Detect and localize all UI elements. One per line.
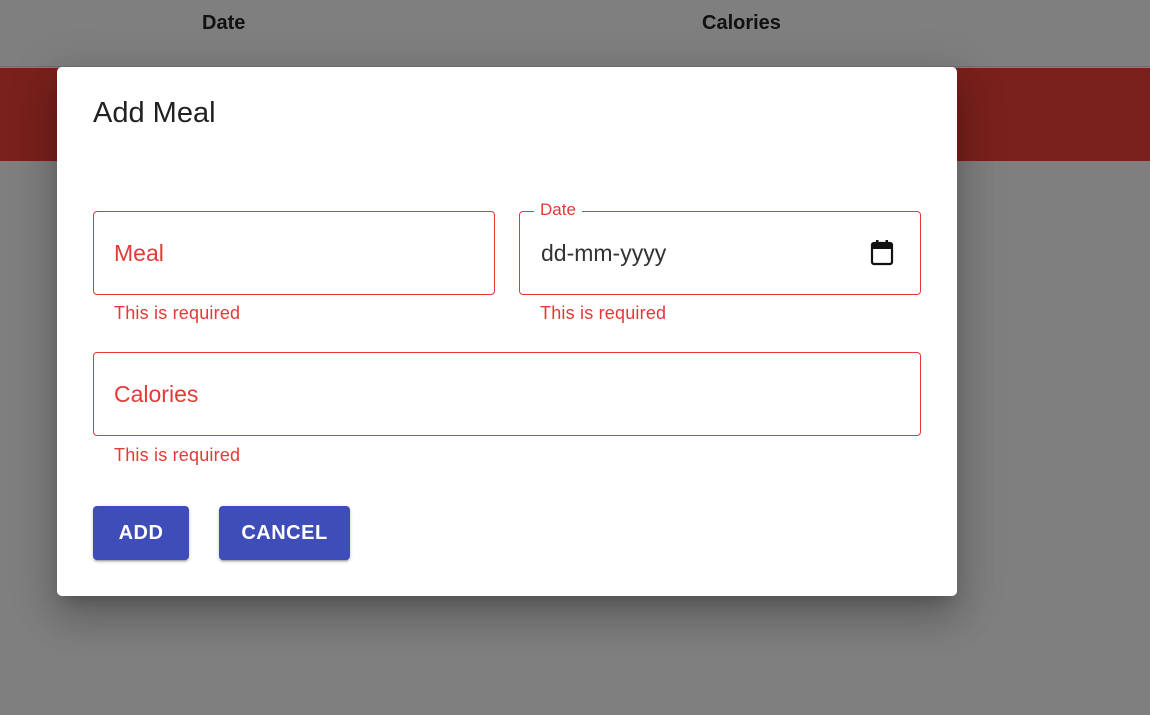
date-value: dd-mm-yyyy xyxy=(541,240,667,266)
meal-input[interactable]: Meal xyxy=(93,211,495,295)
calendar-icon[interactable] xyxy=(870,240,894,266)
meal-error-text: This is required xyxy=(114,303,241,323)
calories-placeholder: Calories xyxy=(114,381,199,407)
add-button[interactable]: ADD xyxy=(93,506,189,560)
dialog-title: Add Meal xyxy=(93,97,216,129)
cancel-button[interactable]: CANCEL xyxy=(219,506,350,560)
date-error-text: This is required xyxy=(540,303,667,323)
add-meal-dialog: Add Meal Meal This is required Date dd-m… xyxy=(57,67,957,596)
date-input[interactable]: Date dd-mm-yyyy xyxy=(519,200,921,295)
date-label: Date xyxy=(534,200,582,220)
meal-placeholder: Meal xyxy=(114,240,164,266)
calories-input[interactable]: Calories xyxy=(93,352,921,436)
calories-error-text: This is required xyxy=(114,445,241,465)
